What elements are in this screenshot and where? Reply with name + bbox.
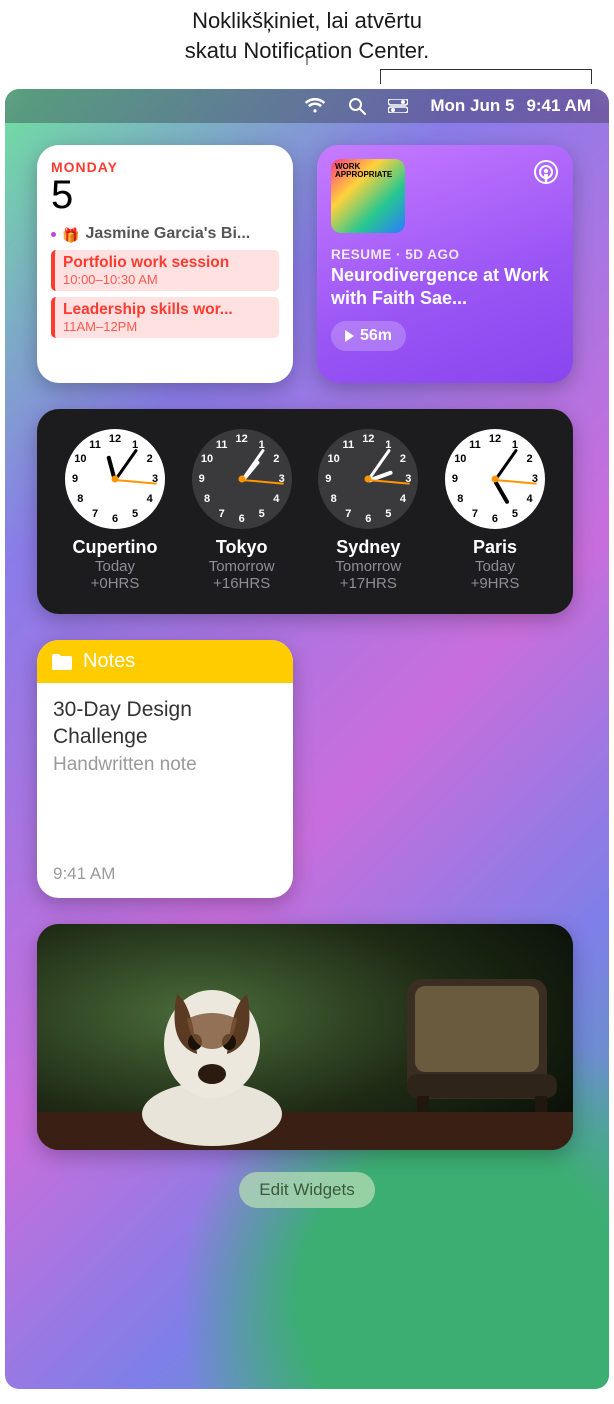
clock-face: 121234567891011	[318, 429, 418, 529]
calendar-event: Portfolio work session 10:00–10:30 AM	[51, 250, 279, 291]
notes-widget[interactable]: Notes 30-Day Design Challenge Handwritte…	[37, 640, 293, 898]
search-icon[interactable]	[348, 97, 366, 115]
clock-day-label: Tomorrow	[182, 558, 302, 575]
clock-day-label: Today	[435, 558, 555, 575]
podcasts-icon	[533, 159, 559, 190]
menubar-date: Mon Jun 5	[430, 96, 514, 116]
podcast-title: Neurodivergence at Work with Faith Sae..…	[331, 264, 559, 309]
play-icon	[345, 330, 354, 342]
clock-face: 121234567891011	[192, 429, 292, 529]
folder-icon	[51, 653, 73, 671]
podcast-artwork	[331, 159, 405, 233]
clock-face: 121234567891011	[445, 429, 545, 529]
calendar-daynum: 5	[51, 175, 279, 215]
callout-caption: Noklikšķiniet, lai atvērtu skatu Notific…	[0, 0, 614, 65]
notes-time: 9:41 AM	[53, 864, 277, 884]
clock-day-label: Tomorrow	[308, 558, 428, 575]
callout-bracket	[0, 65, 614, 89]
menubar: Mon Jun 5 9:41 AM	[5, 89, 609, 123]
calendar-event: Leadership skills wor... 11AM–12PM	[51, 297, 279, 338]
world-clock-city: 121234567891011 CupertinoToday+0HRS	[55, 429, 175, 592]
world-clock-city: 121234567891011 TokyoTomorrow+16HRS	[182, 429, 302, 592]
edit-widgets-button[interactable]: Edit Widgets	[239, 1172, 374, 1208]
calendar-widget[interactable]: MONDAY 5 🎁 Jasmine Garcia's Bi... Portfo…	[37, 145, 293, 383]
world-clock-city: 121234567891011 SydneyTomorrow+17HRS	[308, 429, 428, 592]
control-center-icon[interactable]	[388, 99, 408, 113]
podcast-meta: RESUME · 5D AGO	[331, 247, 559, 262]
podcast-play-button[interactable]: 56m	[331, 321, 406, 351]
clock-city-label: Cupertino	[55, 537, 175, 558]
notes-header: Notes	[37, 640, 293, 683]
menubar-time: 9:41 AM	[526, 96, 591, 116]
notes-title: 30-Day Design Challenge	[53, 697, 277, 750]
calendar-weekday: MONDAY	[51, 159, 279, 175]
gift-icon: 🎁	[62, 227, 79, 244]
clock-city-label: Sydney	[308, 537, 428, 558]
photos-widget[interactable]	[37, 924, 573, 1150]
clock-city-label: Paris	[435, 537, 555, 558]
notification-center-screenshot: Mon Jun 5 9:41 AM MONDAY 5 🎁 Jasmine Gar…	[5, 89, 609, 1389]
clock-offset-label: +16HRS	[182, 575, 302, 592]
world-clock-city: 121234567891011 ParisToday+9HRS	[435, 429, 555, 592]
notes-subtitle: Handwritten note	[53, 754, 277, 776]
clock-day-label: Today	[55, 558, 175, 575]
menubar-datetime[interactable]: Mon Jun 5 9:41 AM	[430, 96, 591, 116]
wifi-icon[interactable]	[304, 98, 326, 114]
clock-city-label: Tokyo	[182, 537, 302, 558]
calendar-allday-event: 🎁 Jasmine Garcia's Bi...	[51, 225, 279, 244]
world-clock-widget[interactable]: 121234567891011CupertinoToday+0HRS121234…	[37, 409, 573, 614]
clock-offset-label: +0HRS	[55, 575, 175, 592]
clock-offset-label: +17HRS	[308, 575, 428, 592]
clock-offset-label: +9HRS	[435, 575, 555, 592]
podcasts-widget[interactable]: RESUME · 5D AGO Neurodivergence at Work …	[317, 145, 573, 383]
clock-face: 121234567891011	[65, 429, 165, 529]
